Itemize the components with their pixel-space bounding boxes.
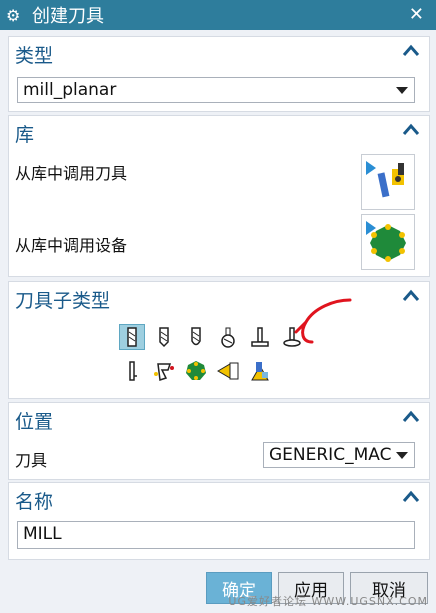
title-bar: ⚙ 创建刀具 ✕ — [0, 0, 436, 30]
tool-location-select[interactable]: GENERIC_MAC — [263, 442, 415, 468]
type-section: 类型 mill_planar — [8, 36, 430, 112]
gear-icon[interactable]: ⚙ — [6, 6, 28, 25]
retrieve-device-button[interactable] — [361, 214, 415, 270]
tool-location-value: GENERIC_MAC — [269, 445, 392, 465]
collapse-caret-icon[interactable] — [401, 487, 421, 507]
location-header: 位置 — [15, 411, 54, 433]
t-cutter-icon[interactable] — [247, 324, 273, 350]
subtype-section: 刀具子类型 — [8, 281, 430, 399]
library-section: 库 从库中调用刀具 从库中调用设备 — [8, 115, 430, 277]
name-input-value: MILL — [23, 524, 62, 544]
close-icon[interactable]: ✕ — [409, 4, 424, 25]
probe-holder-icon[interactable] — [247, 358, 273, 384]
spherical-mill-icon[interactable] — [215, 324, 241, 350]
dialog-body: 类型 mill_planar 库 从库中调用刀具 从库中调用设备 刀具子类型 位… — [0, 30, 436, 613]
name-input[interactable]: MILL — [17, 521, 415, 549]
retrieve-device-label: 从库中调用设备 — [15, 236, 128, 255]
device-library-icon — [366, 221, 406, 262]
thread-mill-icon[interactable] — [119, 358, 145, 384]
red-annotation-arrow-icon — [294, 298, 352, 344]
mill-user-defined-icon[interactable] — [151, 358, 177, 384]
collapse-caret-icon[interactable] — [401, 286, 421, 306]
name-header: 名称 — [15, 491, 54, 513]
location-section: 位置 刀具 GENERIC_MAC — [8, 402, 430, 480]
window-title: 创建刀具 — [32, 6, 104, 27]
type-header: 类型 — [15, 45, 54, 67]
retrieve-tool-button[interactable] — [361, 154, 415, 210]
name-section: 名称 MILL — [8, 482, 430, 560]
tool-location-label: 刀具 — [15, 451, 48, 470]
tool-library-icon — [366, 161, 404, 198]
dropdown-arrow-icon — [396, 452, 408, 459]
collapse-caret-icon[interactable] — [401, 41, 421, 61]
subtype-header: 刀具子类型 — [15, 290, 111, 312]
library-header: 库 — [15, 124, 35, 146]
chamfer-mill-icon[interactable] — [151, 324, 177, 350]
ball-mill-icon[interactable] — [183, 324, 209, 350]
retrieve-tool-label: 从库中调用刀具 — [15, 164, 128, 183]
collapse-caret-icon[interactable] — [401, 407, 421, 427]
watermark: UG爱好者论坛 WWW.UGSNX.COM — [228, 595, 428, 608]
type-select-value: mill_planar — [23, 80, 117, 100]
mill-tool-icon[interactable] — [119, 324, 145, 350]
type-select[interactable]: mill_planar — [17, 77, 415, 103]
dropdown-arrow-icon — [396, 87, 408, 94]
mill-head-icon[interactable] — [215, 358, 241, 384]
carrier-icon[interactable] — [183, 358, 209, 384]
collapse-caret-icon[interactable] — [401, 120, 421, 140]
